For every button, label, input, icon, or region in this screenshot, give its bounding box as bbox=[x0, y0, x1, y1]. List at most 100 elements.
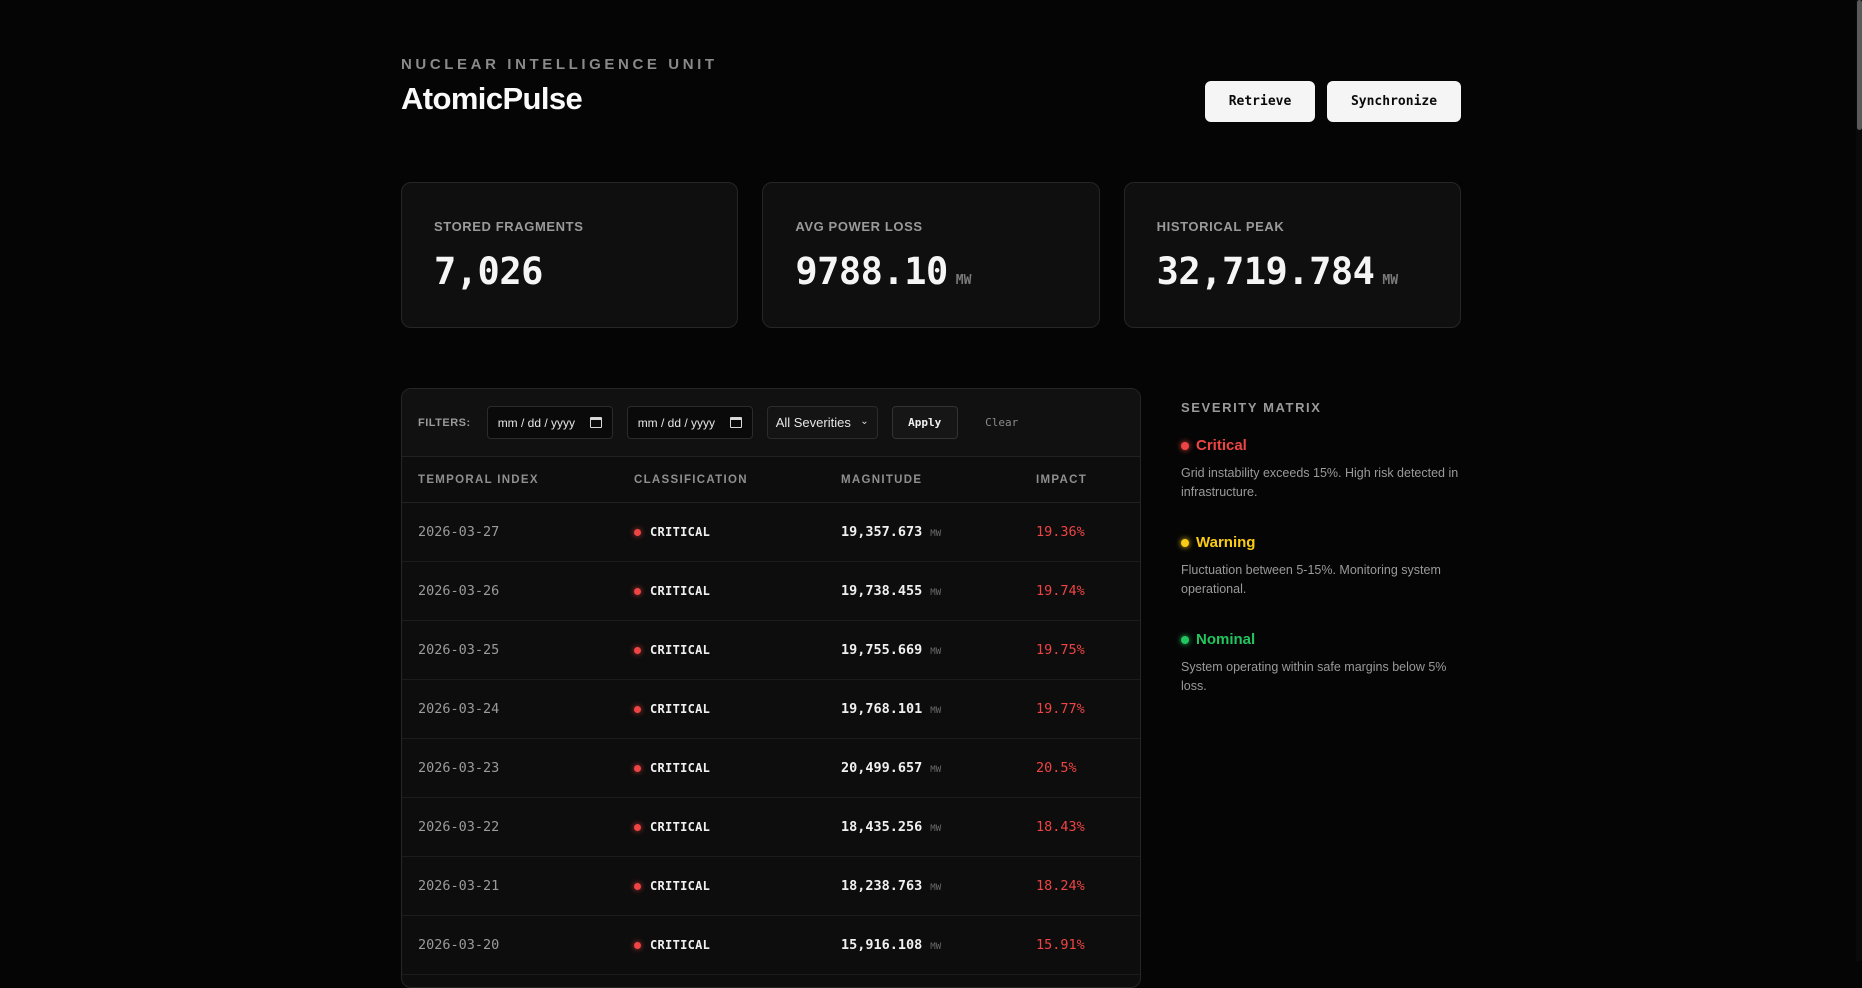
row-date: 2026-03-25 bbox=[418, 642, 500, 658]
severity-level-description: System operating within safe margins bel… bbox=[1181, 660, 1447, 693]
severity-level-warning: Warning Fluctuation between 5-15%. Monito… bbox=[1181, 534, 1461, 599]
table-row[interactable]: 2026-03-26 CRITICAL 19,738.455 MW 19.74% bbox=[402, 562, 1140, 621]
filter-bar: FILTERS: mm / dd / yyyy mm / dd / yyyy A… bbox=[402, 389, 1140, 457]
calendar-icon[interactable] bbox=[589, 417, 602, 428]
row-impact: 19.74% bbox=[1036, 583, 1085, 599]
critical-status-dot-icon bbox=[634, 587, 641, 595]
stat-unit: MW bbox=[955, 273, 972, 288]
row-date: 2026-03-21 bbox=[418, 878, 500, 894]
magnitude-value: 19,755.669 bbox=[841, 642, 923, 658]
critical-status-dot-icon bbox=[634, 941, 641, 949]
row-classification: CRITICAL bbox=[634, 879, 841, 893]
classification-label: CRITICAL bbox=[650, 938, 711, 952]
filters-label: FILTERS: bbox=[418, 416, 471, 429]
magnitude-unit: MW bbox=[930, 706, 942, 716]
date-from-placeholder: mm / dd / yyyy bbox=[497, 415, 576, 430]
row-date: 2026-03-26 bbox=[418, 583, 500, 599]
row-magnitude: 20,499.657 MW bbox=[841, 760, 1036, 776]
severity-select-value: All Severities bbox=[775, 415, 851, 430]
severity-matrix-title: SEVERITY MATRIX bbox=[1181, 400, 1322, 415]
row-classification: CRITICAL bbox=[634, 761, 841, 775]
row-magnitude: 19,755.669 MW bbox=[841, 642, 1036, 658]
header-actions: Retrieve Synchronize bbox=[1205, 81, 1461, 122]
severity-level-name: Nominal bbox=[1196, 631, 1256, 648]
severity-levels: Critical Grid instability exceeds 15%. Hi… bbox=[1181, 437, 1461, 696]
severity-level-critical: Critical Grid instability exceeds 15%. Hi… bbox=[1181, 437, 1461, 502]
row-classification: CRITICAL bbox=[634, 938, 841, 952]
events-panel: FILTERS: mm / dd / yyyy mm / dd / yyyy A… bbox=[401, 388, 1141, 988]
table-row[interactable]: 2026-03-22 CRITICAL 18,435.256 MW 18.43% bbox=[402, 798, 1140, 857]
classification-label: CRITICAL bbox=[650, 820, 711, 834]
severity-level-name: Warning bbox=[1196, 534, 1256, 551]
stat-label: STORED FRAGMENTS bbox=[434, 219, 584, 234]
classification-label: CRITICAL bbox=[650, 702, 711, 716]
severity-level-heading: Warning bbox=[1181, 534, 1461, 551]
critical-status-dot-icon bbox=[634, 823, 641, 831]
column-header-temporal-index[interactable]: TEMPORAL INDEX bbox=[418, 474, 634, 486]
table-row[interactable]: 2026-03-21 CRITICAL 18,238.763 MW 18.24% bbox=[402, 857, 1140, 916]
stat-card-stored-fragments: STORED FRAGMENTS 7,026 bbox=[401, 182, 739, 328]
calendar-icon[interactable] bbox=[729, 417, 742, 428]
magnitude-value: 15,916.108 bbox=[841, 937, 923, 953]
magnitude-value: 19,738.455 bbox=[841, 583, 923, 599]
severity-level-description: Grid instability exceeds 15%. High risk … bbox=[1181, 466, 1459, 499]
stat-label: HISTORICAL PEAK bbox=[1156, 219, 1285, 234]
column-header-magnitude[interactable]: MAGNITUDE bbox=[841, 474, 1036, 486]
column-header-classification[interactable]: CLASSIFICATION bbox=[634, 474, 841, 486]
classification-label: CRITICAL bbox=[650, 879, 711, 893]
magnitude-value: 20,499.657 bbox=[841, 760, 923, 776]
classification-label: CRITICAL bbox=[650, 525, 711, 539]
severity-select[interactable]: All Severities ⌄ bbox=[766, 406, 878, 439]
row-impact: 18.43% bbox=[1036, 819, 1085, 835]
table-header: TEMPORAL INDEX CLASSIFICATION MAGNITUDE … bbox=[402, 457, 1140, 503]
severity-level-nominal: Nominal System operating within safe marg… bbox=[1181, 631, 1461, 696]
row-impact: 19.75% bbox=[1036, 642, 1085, 658]
critical-status-dot-icon bbox=[634, 528, 641, 536]
magnitude-value: 18,435.256 bbox=[841, 819, 923, 835]
table-row[interactable]: 2026-03-23 CRITICAL 20,499.657 MW 20.5% bbox=[402, 739, 1140, 798]
magnitude-value: 19,357.673 bbox=[841, 524, 923, 540]
severity-dot-icon bbox=[1181, 635, 1189, 644]
magnitude-unit: MW bbox=[930, 824, 942, 834]
row-classification: CRITICAL bbox=[634, 702, 841, 716]
date-to-placeholder: mm / dd / yyyy bbox=[637, 415, 716, 430]
row-impact: 19.36% bbox=[1036, 524, 1085, 540]
unit-eyebrow: NUCLEAR INTELLIGENCE UNIT bbox=[401, 56, 718, 73]
row-impact: 15.91% bbox=[1036, 937, 1085, 953]
row-magnitude: 19,768.101 MW bbox=[841, 701, 1036, 717]
table-row[interactable]: 2026-03-24 CRITICAL 19,768.101 MW 19.77% bbox=[402, 680, 1140, 739]
stats-row: STORED FRAGMENTS 7,026 AVG POWER LOSS 97… bbox=[401, 182, 1461, 328]
stat-value: 9788.10 bbox=[795, 250, 948, 293]
table-body: 2026-03-27 CRITICAL 19,357.673 MW 19.36% 2026… bbox=[402, 503, 1140, 975]
page-scrollbar[interactable] bbox=[1856, 0, 1862, 961]
table-row[interactable]: 2026-03-25 CRITICAL 19,755.669 MW 19.75% bbox=[402, 621, 1140, 680]
row-magnitude: 18,238.763 MW bbox=[841, 878, 1036, 894]
stat-value: 7,026 bbox=[434, 250, 543, 293]
date-from-input[interactable]: mm / dd / yyyy bbox=[486, 406, 613, 439]
table-row[interactable]: 2026-03-27 CRITICAL 19,357.673 MW 19.36% bbox=[402, 503, 1140, 562]
magnitude-unit: MW bbox=[930, 647, 942, 657]
severity-matrix: SEVERITY MATRIX Critical Grid instability… bbox=[1181, 400, 1461, 696]
magnitude-value: 19,768.101 bbox=[841, 701, 923, 717]
magnitude-value: 18,238.763 bbox=[841, 878, 923, 894]
stat-value: 32,719.784 bbox=[1156, 250, 1375, 293]
row-date: 2026-03-22 bbox=[418, 819, 500, 835]
retrieve-button[interactable]: Retrieve bbox=[1205, 81, 1315, 122]
row-classification: CRITICAL bbox=[634, 643, 841, 657]
date-to-input[interactable]: mm / dd / yyyy bbox=[626, 406, 753, 439]
synchronize-button[interactable]: Synchronize bbox=[1327, 81, 1461, 122]
apply-button[interactable]: Apply bbox=[891, 406, 958, 439]
page-header: NUCLEAR INTELLIGENCE UNIT AtomicPulse Re… bbox=[401, 56, 1461, 126]
scrollbar-thumb[interactable] bbox=[1857, 0, 1862, 130]
column-header-impact[interactable]: IMPACT bbox=[1036, 474, 1136, 486]
critical-status-dot-icon bbox=[634, 764, 641, 772]
row-date: 2026-03-20 bbox=[418, 937, 500, 953]
chevron-down-icon: ⌄ bbox=[860, 416, 869, 427]
magnitude-unit: MW bbox=[930, 942, 942, 952]
clear-button[interactable]: Clear bbox=[972, 406, 1032, 439]
row-magnitude: 19,357.673 MW bbox=[841, 524, 1036, 540]
row-magnitude: 19,738.455 MW bbox=[841, 583, 1036, 599]
table-row[interactable]: 2026-03-20 CRITICAL 15,916.108 MW 15.91% bbox=[402, 916, 1140, 975]
row-impact: 18.24% bbox=[1036, 878, 1085, 894]
severity-level-heading: Nominal bbox=[1181, 631, 1461, 648]
